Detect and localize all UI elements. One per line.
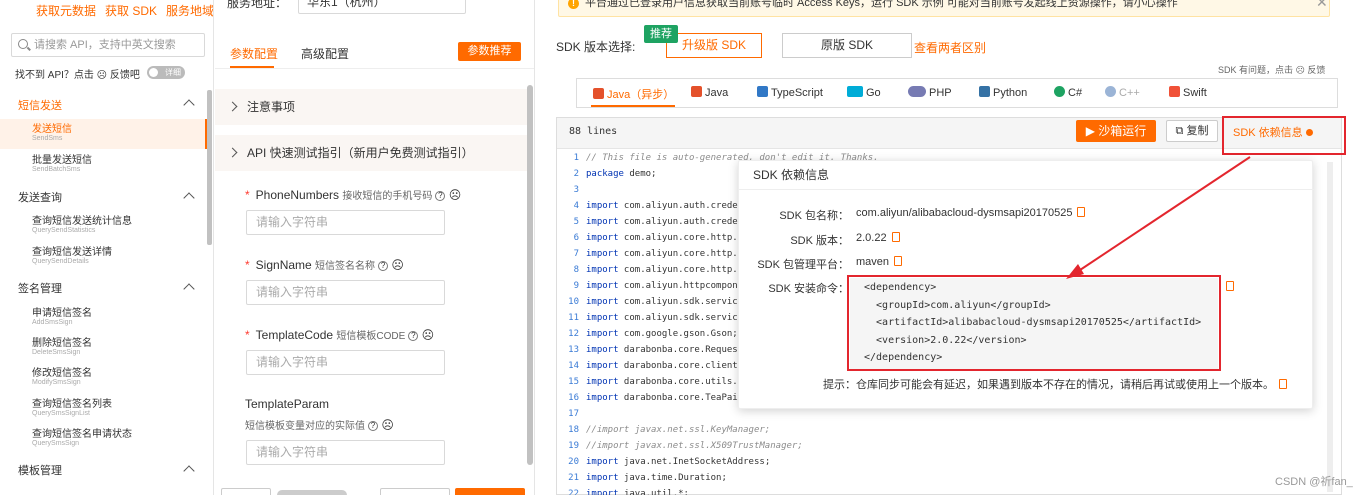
watermark: CSDN @祈fan_ — [1275, 476, 1353, 488]
annotation-arrow — [1066, 156, 1251, 279]
